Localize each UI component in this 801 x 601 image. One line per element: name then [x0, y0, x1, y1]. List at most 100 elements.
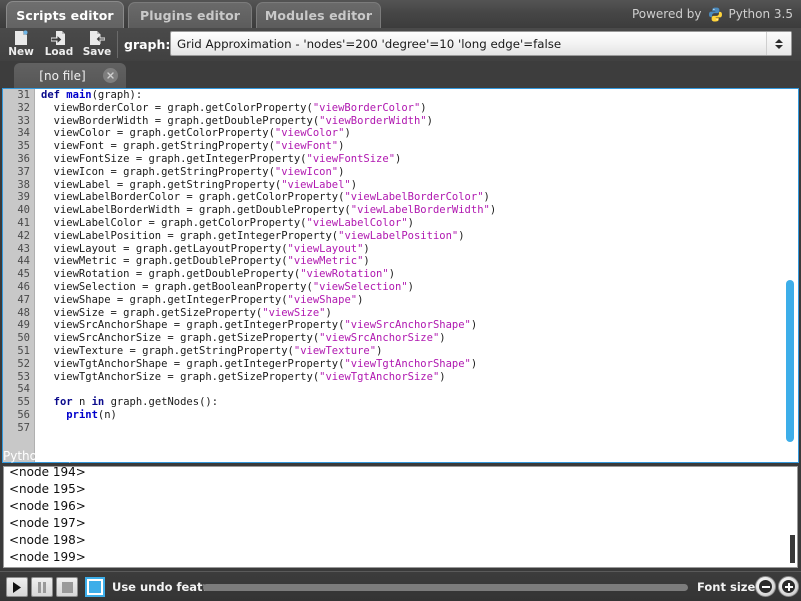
line-number: 51	[3, 345, 34, 358]
code-line: viewLabelColor = graph.getColorProperty(…	[36, 217, 798, 230]
code-token: "viewIcon"	[275, 166, 338, 178]
code-line: viewTexture = graph.getStringProperty("v…	[36, 345, 798, 358]
output-scrollbar-thumb[interactable]	[790, 535, 795, 563]
editor-vertical-scrollbar[interactable]	[784, 90, 797, 461]
code-token: "viewTgtAnchorSize"	[319, 371, 439, 383]
code-line: for n in graph.getNodes():	[36, 396, 798, 409]
code-line: viewBorderWidth = graph.getDoublePropert…	[36, 115, 798, 128]
tab-plugins-editor[interactable]: Plugins editor	[128, 2, 252, 28]
powered-by-text: Powered by	[632, 7, 702, 21]
code-token: viewColor = graph.getColorProperty(	[41, 127, 275, 139]
load-button[interactable]: Load	[40, 28, 78, 61]
tab-scripts-editor[interactable]: Scripts editor	[6, 1, 124, 28]
code-line	[36, 422, 798, 435]
line-number: 35	[3, 140, 34, 153]
code-line: def main(graph):	[36, 89, 798, 102]
code-line: viewLabelPosition = graph.getIntegerProp…	[36, 230, 798, 243]
new-button-label: New	[8, 46, 34, 58]
line-number: 50	[3, 332, 34, 345]
python-output-panel[interactable]: <node 194><node 195><node 196><node 197>…	[3, 466, 798, 568]
line-number: 49	[3, 319, 34, 332]
use-undo-checkbox[interactable]	[85, 577, 105, 597]
python-logo-icon	[708, 7, 723, 22]
save-button[interactable]: Save	[78, 28, 116, 61]
chevron-updown-icon[interactable]	[766, 32, 791, 55]
code-token: )	[376, 345, 382, 357]
code-token	[41, 409, 66, 421]
code-token: print	[66, 409, 98, 421]
play-icon	[12, 578, 22, 597]
output-line: <node 196>	[4, 498, 797, 515]
code-token: )	[338, 140, 344, 152]
load-document-icon	[51, 29, 67, 46]
code-token: viewTgtAnchorShape = graph.getIntegerPro…	[41, 358, 344, 370]
code-token: graph.getNodes():	[104, 396, 218, 408]
font-size-label: Font size :	[697, 580, 764, 594]
code-token: )	[408, 217, 414, 229]
code-token: main	[66, 89, 91, 101]
code-token: "viewLabelColor"	[307, 217, 408, 229]
new-document-icon	[14, 29, 28, 46]
checkbox-fill	[89, 581, 101, 593]
file-tab-bar: [no file]	[0, 61, 801, 88]
save-button-label: Save	[83, 46, 112, 58]
line-number: 45	[3, 268, 34, 281]
file-tab-no-file[interactable]: [no file]	[14, 63, 126, 88]
pause-button[interactable]	[31, 577, 53, 597]
code-token: )	[363, 255, 369, 267]
close-icon[interactable]	[103, 68, 118, 83]
code-token: viewLabelBorderWidth = graph.getDoublePr…	[41, 204, 351, 216]
code-line: viewSrcAnchorSize = graph.getSizePropert…	[36, 332, 798, 345]
code-token: viewLabel = graph.getStringProperty(	[41, 179, 281, 191]
line-number: 57	[3, 422, 34, 435]
code-token: viewMetric = graph.getDoubleProperty(	[41, 255, 288, 267]
line-number: 36	[3, 153, 34, 166]
code-token: viewTgtAnchorSize = graph.getSizePropert…	[41, 371, 319, 383]
code-token: (graph):	[92, 89, 143, 101]
line-number: 31	[3, 89, 34, 102]
code-line: viewSize = graph.getSizeProperty("viewSi…	[36, 307, 798, 320]
line-number: 44	[3, 255, 34, 268]
editor-scrollbar-thumb[interactable]	[786, 280, 794, 442]
code-token: viewLayout = graph.getLayoutProperty(	[41, 243, 288, 255]
code-token	[41, 396, 54, 408]
output-line: <node 198>	[4, 532, 797, 549]
tab-modules-editor[interactable]: Modules editor	[256, 2, 381, 28]
powered-by-block: Powered by Python 3.5	[632, 4, 793, 24]
new-button[interactable]: New	[2, 28, 40, 61]
output-line: <node 199>	[4, 549, 797, 566]
run-button[interactable]	[6, 577, 28, 597]
code-token: "viewLabelBorderColor"	[344, 191, 483, 203]
code-token: viewIcon = graph.getStringProperty(	[41, 166, 275, 178]
code-token: )	[395, 153, 401, 165]
code-line: viewLabelBorderColor = graph.getColorPro…	[36, 191, 798, 204]
code-text-area[interactable]: def main(graph): viewBorderColor = graph…	[36, 89, 798, 462]
code-token: "viewFontSize"	[307, 153, 396, 165]
code-token: viewFontSize = graph.getIntegerProperty(	[41, 153, 307, 165]
tab-label: Plugins editor	[140, 8, 240, 23]
code-token: viewTexture = graph.getStringProperty(	[41, 345, 294, 357]
line-number: 46	[3, 281, 34, 294]
code-token: n	[73, 396, 92, 408]
line-number: 48	[3, 307, 34, 320]
code-token: (n)	[98, 409, 117, 421]
code-token: viewLabelColor = graph.getColorProperty(	[41, 217, 307, 229]
code-token: in	[92, 396, 105, 408]
code-line: viewSelection = graph.getBooleanProperty…	[36, 281, 798, 294]
code-token: )	[389, 268, 395, 280]
scripts-editor-window: Scripts editor Plugins editor Modules ed…	[0, 0, 801, 601]
code-editor[interactable]: 3132333435363738394041424344454647484950…	[2, 88, 799, 463]
code-line: viewRotation = graph.getDoubleProperty("…	[36, 268, 798, 281]
line-number: 34	[3, 127, 34, 140]
code-token: "viewBorderColor"	[313, 102, 420, 114]
file-tab-label: [no file]	[14, 69, 103, 83]
python-output-label: Python output :	[3, 449, 96, 463]
font-size-decrease-button[interactable]	[755, 576, 776, 597]
stop-button[interactable]	[56, 577, 78, 597]
graph-select[interactable]: Grid Approximation - 'nodes'=200 'degree…	[170, 31, 792, 56]
code-token: )	[420, 102, 426, 114]
code-line: viewLabelBorderWidth = graph.getDoublePr…	[36, 204, 798, 217]
font-size-increase-button[interactable]	[778, 576, 799, 597]
code-token: "viewFont"	[275, 140, 338, 152]
code-token: )	[458, 230, 464, 242]
